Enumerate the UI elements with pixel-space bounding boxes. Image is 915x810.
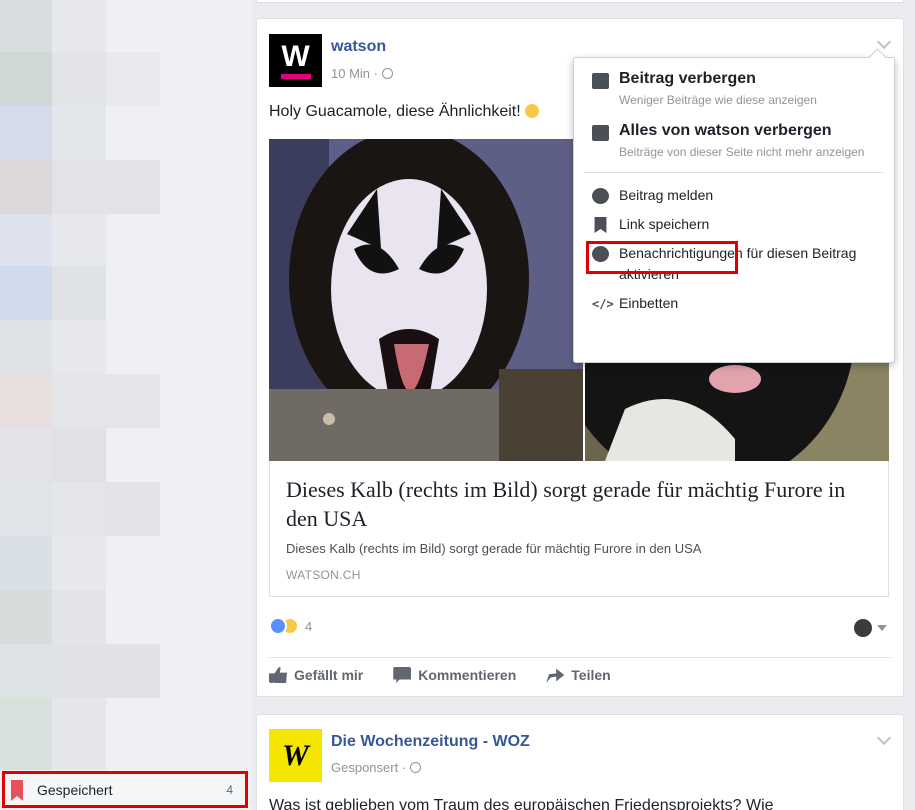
watson-logo-icon: W <box>281 40 310 73</box>
menu-item-save-link[interactable]: Link speichern <box>574 210 894 239</box>
link-domain: WATSON.CH <box>286 568 361 582</box>
menu-item-hide-all[interactable]: Alles von watson verbergen Beiträge von … <box>574 120 894 164</box>
comment-icon <box>393 667 412 683</box>
report-icon <box>592 188 609 204</box>
post-meta: 10 Min · <box>331 66 393 81</box>
trash-icon <box>592 125 609 141</box>
like-reaction-icon <box>269 617 287 635</box>
left-sidebar <box>0 0 252 810</box>
embed-code-icon: </> <box>592 297 614 311</box>
reaction-summary[interactable]: 4 <box>269 617 312 635</box>
menu-item-embed[interactable]: </> Einbetten <box>574 289 894 318</box>
share-button[interactable]: Teilen <box>546 667 611 683</box>
chevron-down-icon[interactable] <box>876 34 892 50</box>
woz-logo-icon: W <box>282 738 309 772</box>
save-link-highlight <box>586 241 738 274</box>
previous-post-edge <box>256 0 904 3</box>
sidebar-item-saved[interactable]: Gespeichert 4 <box>2 771 248 808</box>
bookmark-icon <box>11 779 23 801</box>
avatar <box>854 619 872 637</box>
post-text: Holy Guacamole, diese Ähnlichkeit! <box>269 103 539 121</box>
bookmark-icon <box>594 217 607 233</box>
globe-icon <box>381 68 393 79</box>
post-as-selector[interactable] <box>854 619 887 637</box>
page-avatar[interactable]: W <box>269 34 322 87</box>
page-avatar[interactable]: W <box>269 729 322 782</box>
sidebar-item-count: 4 <box>226 782 233 797</box>
feed-post: W Die Wochenzeitung - WOZ Gesponsert · W… <box>256 714 904 810</box>
share-icon <box>546 668 565 683</box>
divider <box>584 172 884 173</box>
link-image-kiss[interactable] <box>269 139 583 461</box>
sidebar-item-label: Gespeichert <box>37 781 113 798</box>
link-description: Dieses Kalb (rechts im Bild) sorgt gerad… <box>286 541 702 556</box>
post-actions: Gefällt mir Kommentieren Teilen <box>269 667 611 683</box>
post-meta: Gesponsert · <box>331 760 422 775</box>
link-title[interactable]: Dieses Kalb (rechts im Bild) sorgt gerad… <box>286 475 872 533</box>
divider <box>269 657 891 658</box>
link-preview[interactable]: Dieses Kalb (rechts im Bild) sorgt gerad… <box>269 461 889 597</box>
page-name-link[interactable]: Die Wochenzeitung - WOZ <box>331 733 530 751</box>
globe-icon <box>410 762 422 773</box>
reaction-count: 4 <box>305 618 313 634</box>
post-time[interactable]: 10 Min · <box>331 66 378 81</box>
chevron-down-icon[interactable] <box>876 730 892 746</box>
page-name-link[interactable]: watson <box>331 38 386 56</box>
comment-button[interactable]: Kommentieren <box>393 667 516 683</box>
post-options-menu: Beitrag verbergen Weniger Beiträge wie d… <box>573 57 895 363</box>
thumbs-up-icon <box>269 667 287 683</box>
menu-item-hide-post[interactable]: Beitrag verbergen Weniger Beiträge wie d… <box>574 68 894 112</box>
hide-icon <box>592 73 609 89</box>
menu-item-report[interactable]: Beitrag melden <box>574 181 894 210</box>
like-button[interactable]: Gefällt mir <box>269 667 363 683</box>
sponsored-label[interactable]: Gesponsert · <box>331 760 406 775</box>
post-text: Was ist geblieben vom Traum des europäis… <box>269 797 774 810</box>
emoji-icon <box>524 104 539 118</box>
caret-down-icon <box>877 625 887 631</box>
kiss-face-illustration <box>269 139 583 461</box>
